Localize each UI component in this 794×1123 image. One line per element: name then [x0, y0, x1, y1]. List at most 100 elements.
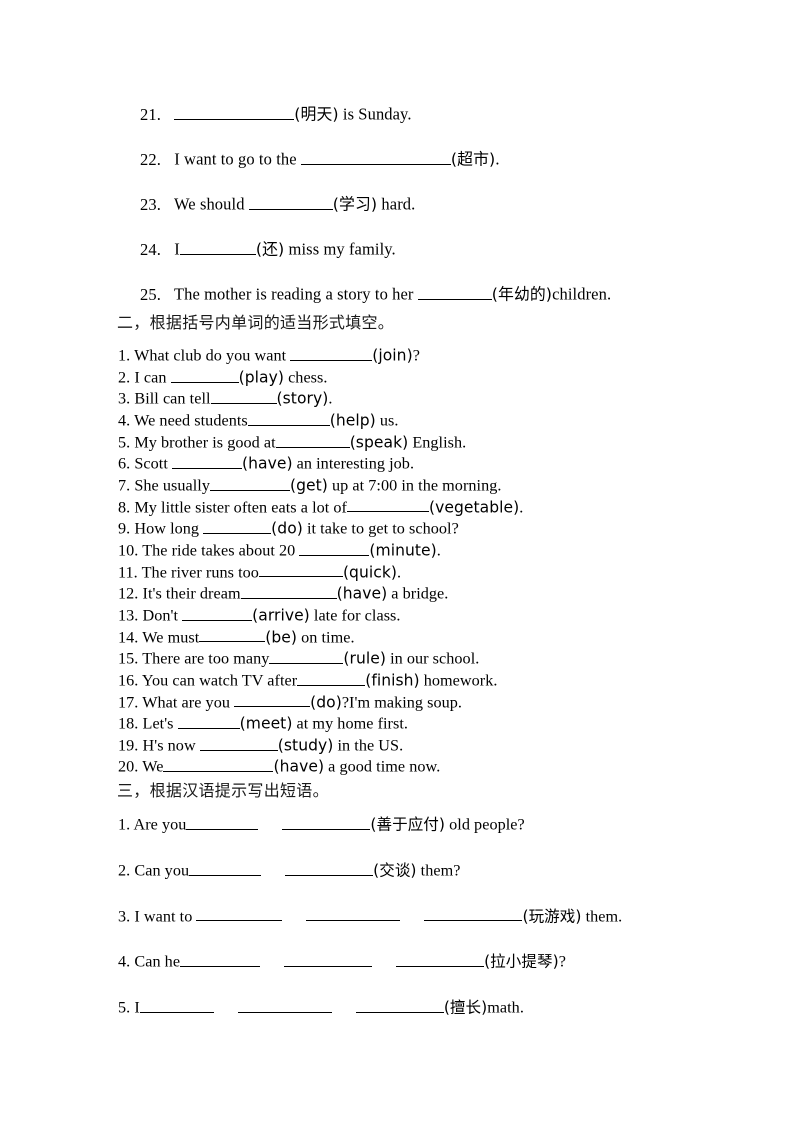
question-line: 10. The ride takes about 20 (minute).	[118, 540, 778, 562]
answer-blank[interactable]	[196, 906, 283, 922]
answer-blank[interactable]	[210, 388, 277, 405]
question-text-after: late for class.	[309, 606, 401, 625]
question-line: 1. What club do you want (join)?	[118, 345, 778, 367]
question-text-after: them?	[416, 861, 461, 880]
question-number: 3.	[118, 389, 131, 408]
answer-blank[interactable]	[174, 104, 295, 121]
question-line: 8. My little sister often eats a lot of (…	[118, 497, 778, 519]
question-text-after: at my home first.	[292, 714, 408, 733]
answer-blank[interactable]	[300, 149, 451, 166]
question-line: 11. The river runs too (quick).	[118, 562, 778, 584]
question-text-before: Don't	[142, 606, 183, 625]
question-line: 14. We must (be) on time.	[118, 627, 778, 649]
answer-blank[interactable]	[347, 497, 429, 513]
answer-blank[interactable]	[306, 906, 401, 922]
question-text-after: is Sunday.	[338, 104, 412, 124]
question-number: 15.	[118, 649, 139, 668]
answer-blank[interactable]	[269, 648, 344, 665]
answer-blank[interactable]	[284, 951, 373, 968]
answer-blank[interactable]	[177, 713, 240, 730]
question-number: 5.	[118, 432, 131, 451]
question-text-before: What are you	[142, 692, 235, 711]
question-line: 5. My brother is good at (speak) English.	[118, 432, 778, 454]
answer-blank[interactable]	[163, 756, 274, 773]
question-text-after: .	[397, 562, 402, 581]
answer-blank[interactable]	[199, 735, 278, 751]
chinese-hint: (年幼的)	[491, 284, 553, 304]
chinese-hint: (story)	[276, 389, 329, 408]
question-text-before: Can you	[134, 861, 190, 880]
question-line: 4. Can he (拉小提琴)?	[118, 951, 778, 970]
chinese-hint: (明天)	[294, 104, 339, 124]
answer-blank[interactable]	[248, 194, 333, 211]
question-number: 9.	[118, 519, 131, 538]
question-number: 5.	[118, 998, 131, 1017]
answer-blank[interactable]	[199, 627, 266, 643]
chinese-hint: (join)	[372, 346, 413, 365]
question-line: 5. I (擅长)math.	[118, 997, 778, 1016]
answer-blank[interactable]	[285, 860, 374, 876]
chinese-hint: (have)	[336, 584, 388, 603]
question-text-after: ?I'm making soup.	[341, 692, 463, 711]
question-text-before: There are too many	[142, 649, 270, 668]
chinese-hint: (have)	[241, 454, 293, 473]
question-text-before: How long	[134, 519, 204, 538]
question-line: 16. You can watch TV after (finish) homew…	[118, 670, 778, 692]
question-text-after: children.	[552, 284, 612, 304]
question-line: 3. I want to (玩游戏) them.	[118, 906, 778, 925]
answer-blank[interactable]	[210, 475, 290, 491]
question-text-before: The ride takes about 20	[142, 541, 300, 560]
question-text-after: them.	[581, 906, 623, 925]
answer-blank[interactable]	[396, 951, 485, 968]
question-text-after: a good time now.	[324, 757, 441, 776]
question-text-before: Scott	[134, 454, 172, 473]
answer-blank[interactable]	[417, 284, 492, 301]
question-text-after: a bridge.	[387, 584, 449, 603]
question-text-after: up at 7:00 in the morning.	[327, 476, 502, 495]
question-text-before: We must	[142, 627, 200, 646]
answer-blank[interactable]	[247, 410, 330, 426]
answer-blank[interactable]	[170, 367, 239, 383]
question-line: 2. I can (play) chess.	[118, 367, 778, 389]
question-number: 4.	[118, 411, 131, 430]
question-text-after: math.	[487, 998, 524, 1017]
answer-blank[interactable]	[203, 518, 272, 535]
answer-blank[interactable]	[234, 692, 311, 708]
question-line: 21. (明天) is Sunday.	[140, 104, 760, 123]
question-text-before: Are you	[133, 815, 187, 834]
answer-blank[interactable]	[139, 997, 214, 1014]
question-number: 13.	[118, 606, 139, 625]
question-text-after: in the US.	[333, 736, 404, 755]
chinese-hint: (meet)	[239, 714, 293, 733]
chinese-hint: (quick)	[342, 562, 398, 581]
answer-blank[interactable]	[290, 345, 373, 361]
question-line: 23. We should (学习) hard.	[140, 194, 760, 213]
question-number: 11.	[118, 562, 138, 581]
question-line: 13. Don't (arrive) late for class.	[118, 605, 778, 627]
question-text-before: What club do you want	[134, 346, 291, 365]
answer-blank[interactable]	[275, 432, 350, 448]
question-line: 1. Are you (善于应付) old people?	[118, 814, 778, 833]
answer-blank[interactable]	[179, 239, 256, 256]
answer-blank[interactable]	[171, 453, 242, 470]
answer-blank[interactable]	[355, 997, 444, 1014]
answer-blank[interactable]	[237, 997, 332, 1014]
answer-blank[interactable]	[299, 540, 370, 556]
question-number: 21.	[140, 104, 161, 124]
answer-blank[interactable]	[186, 814, 259, 830]
question-line: 9. How long (do) it take to get to schoo…	[118, 518, 778, 540]
answer-blank[interactable]	[189, 860, 262, 876]
chinese-hint: (善于应付)	[370, 815, 446, 834]
answer-blank[interactable]	[180, 951, 261, 968]
answer-blank[interactable]	[240, 583, 337, 600]
question-text-before: We	[142, 757, 164, 776]
answer-blank[interactable]	[258, 562, 343, 578]
answer-blank[interactable]	[182, 605, 253, 621]
question-text-after: us.	[375, 411, 399, 430]
answer-blank[interactable]	[282, 814, 371, 830]
question-number: 7.	[118, 476, 131, 495]
chinese-hint: (擅长)	[443, 998, 488, 1017]
answer-blank[interactable]	[424, 906, 523, 922]
question-text-after: English.	[408, 432, 467, 451]
answer-blank[interactable]	[297, 670, 366, 686]
